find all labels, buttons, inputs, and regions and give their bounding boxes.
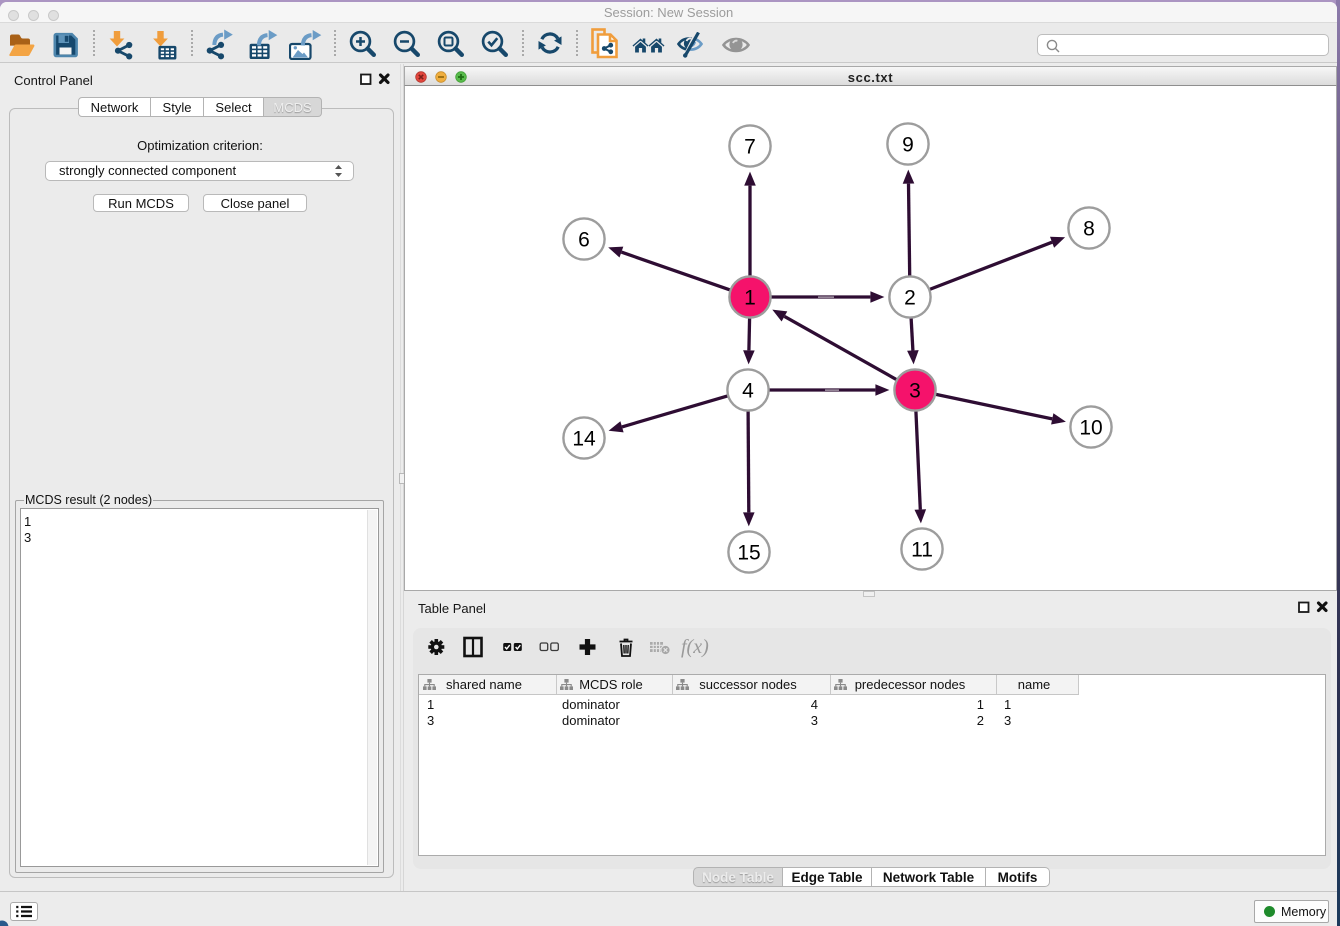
svg-text:9: 9: [902, 134, 914, 157]
svg-text:14: 14: [572, 428, 596, 451]
svg-text:6: 6: [578, 229, 590, 252]
svg-text:15: 15: [737, 542, 760, 565]
svg-text:3: 3: [909, 380, 921, 403]
svg-text:7: 7: [744, 136, 756, 159]
svg-text:1: 1: [744, 287, 756, 310]
svg-text:10: 10: [1079, 417, 1102, 440]
svg-text:2: 2: [904, 287, 916, 310]
svg-text:8: 8: [1083, 218, 1095, 241]
svg-text:4: 4: [742, 380, 754, 403]
svg-text:11: 11: [911, 539, 933, 562]
